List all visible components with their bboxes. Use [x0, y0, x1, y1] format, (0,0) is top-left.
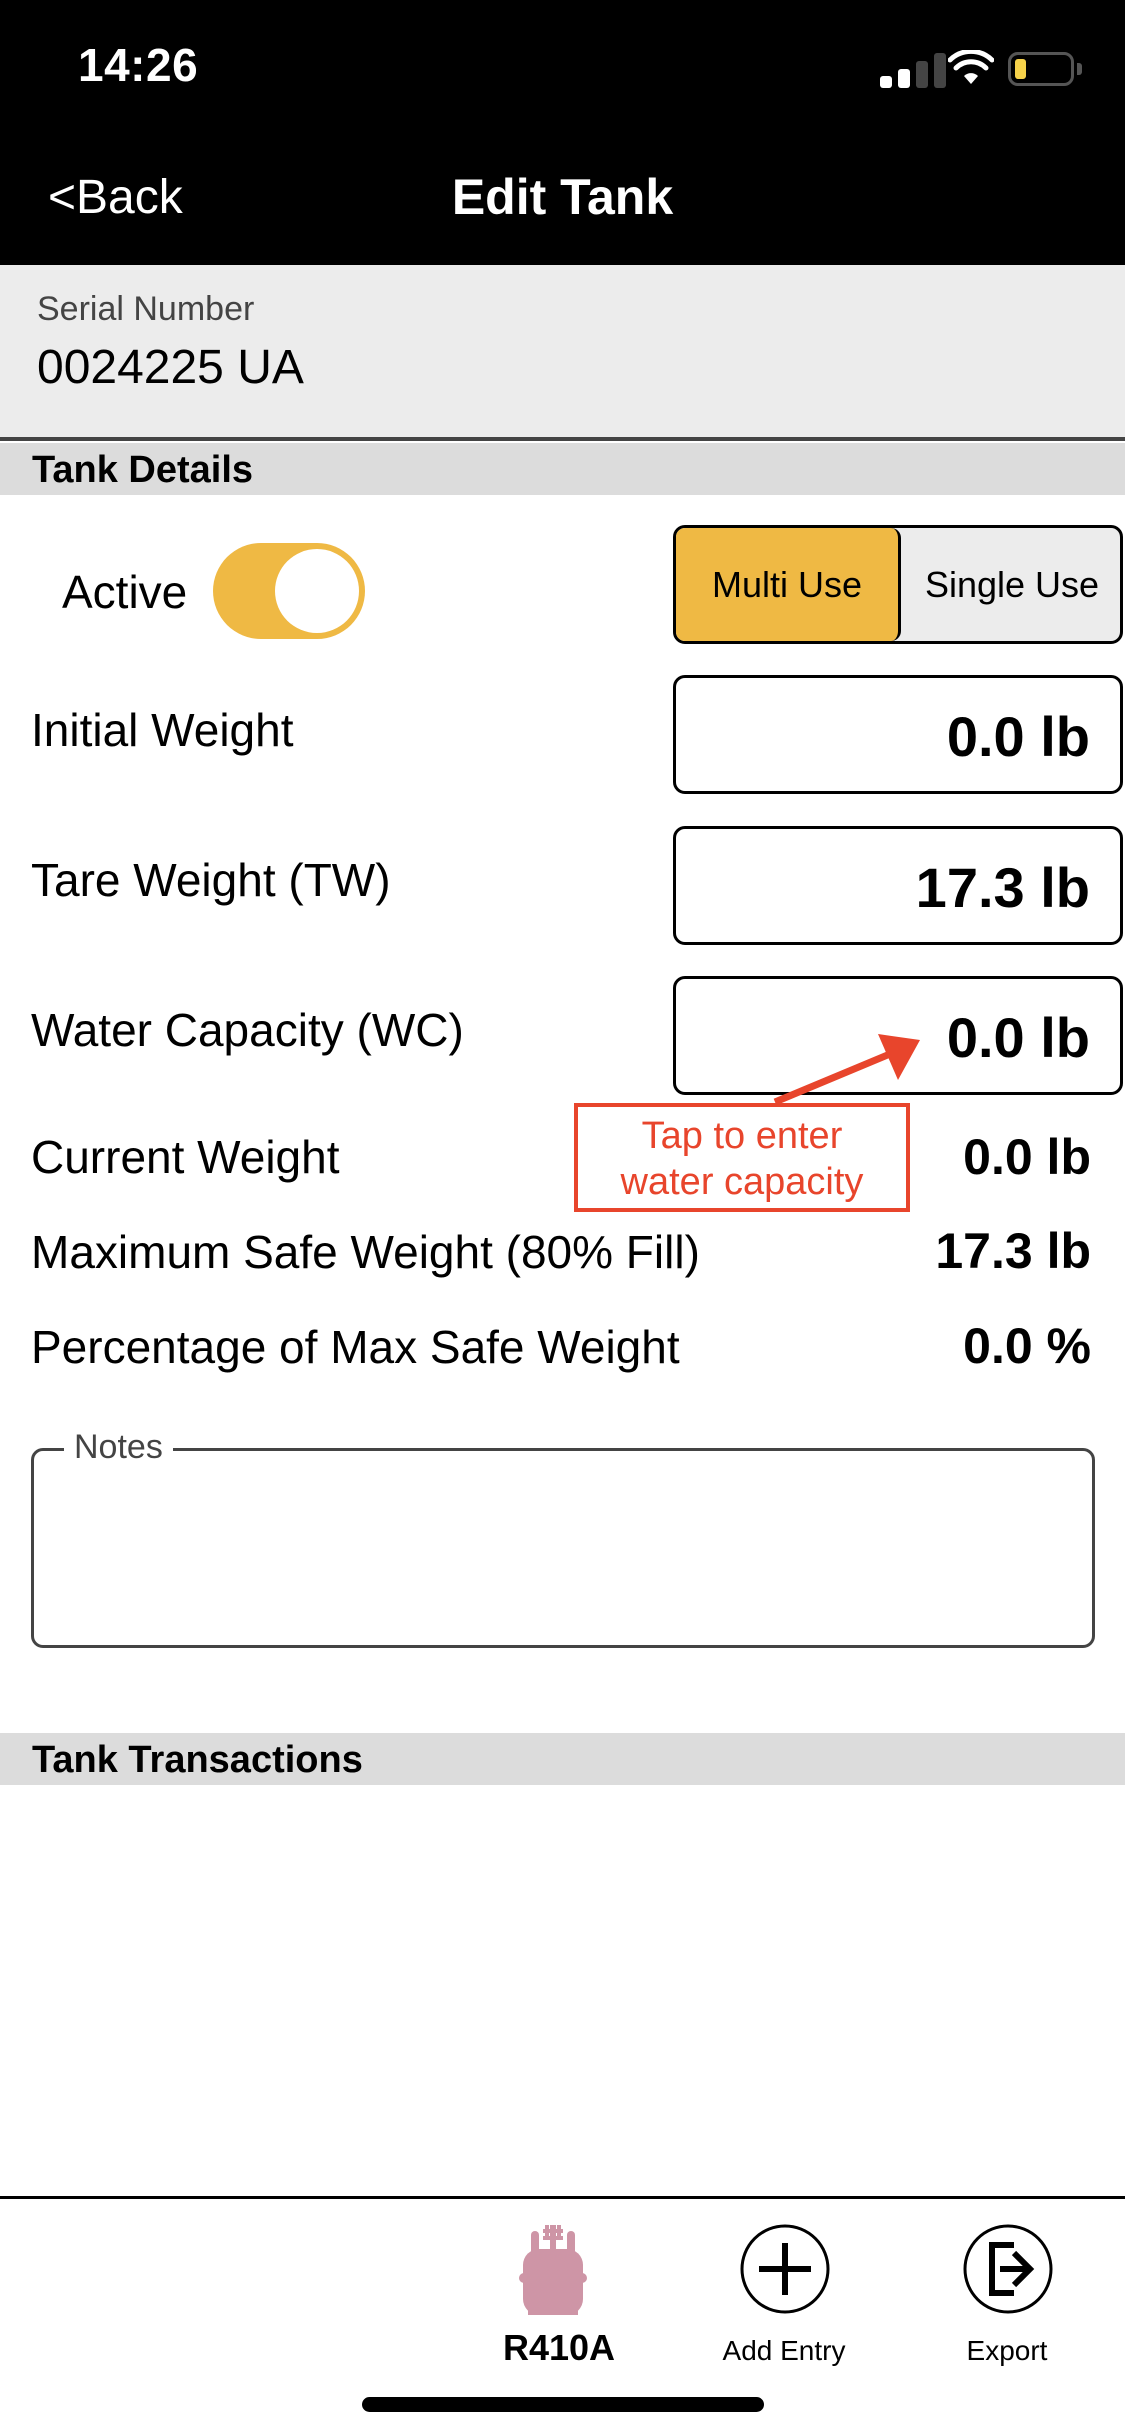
tare-weight-label: Tare Weight (TW) — [31, 854, 391, 906]
wifi-icon — [948, 50, 994, 84]
tab-bar-divider — [0, 2196, 1125, 2199]
active-label: Active — [62, 566, 188, 618]
battery-icon — [1008, 52, 1074, 86]
home-indicator[interactable] — [362, 2397, 764, 2412]
segment-multi-use[interactable]: Multi Use — [676, 528, 901, 641]
callout-arrow-icon — [773, 1034, 920, 1106]
current-weight-label: Current Weight — [31, 1131, 340, 1183]
page-title: Edit Tank — [451, 169, 674, 225]
notes-textarea[interactable] — [31, 1448, 1095, 1648]
active-toggle[interactable] — [213, 543, 365, 639]
tank-details-header: Tank Details — [0, 443, 1125, 495]
water-capacity-label: Water Capacity (WC) — [31, 1004, 464, 1056]
current-weight-value: 0.0 lb — [963, 1129, 1091, 1185]
callout-line-1: Tap to enter — [641, 1115, 843, 1157]
battery-cap — [1077, 63, 1082, 75]
export-label: Export — [966, 2335, 1048, 2366]
initial-weight-input[interactable]: 0.0 lb — [673, 675, 1123, 794]
notes-label: Notes — [64, 1428, 173, 1467]
add-entry-label: Add Entry — [722, 2335, 846, 2366]
max-safe-weight-label: Maximum Safe Weight (80% Fill) — [31, 1226, 700, 1278]
use-type-segmented-control: Multi Use Single Use — [673, 525, 1123, 644]
add-circle-icon — [740, 2224, 830, 2314]
tare-weight-value: 17.3 lb — [915, 856, 1090, 919]
callout-line-2: water capacity — [620, 1161, 864, 1203]
export-icon — [963, 2224, 1053, 2314]
status-time: 14:26 — [78, 39, 199, 91]
tank-transactions-header: Tank Transactions — [0, 1733, 1125, 1785]
initial-weight-value: 0.0 lb — [946, 705, 1090, 768]
segment-single-use[interactable]: Single Use — [901, 528, 1120, 641]
divider — [0, 437, 1125, 441]
tank-details-title: Tank Details — [32, 449, 254, 491]
tab-r410a[interactable]: R410A — [484, 2215, 634, 2368]
toggle-knob — [275, 549, 359, 633]
water-capacity-value: 0.0 lb — [946, 1006, 1090, 1069]
tab-r410a-label: R410A — [502, 2327, 616, 2368]
initial-weight-label: Initial Weight — [31, 704, 294, 756]
add-entry-button[interactable]: Add Entry — [709, 2215, 859, 2366]
percentage-max-safe-label: Percentage of Max Safe Weight — [31, 1321, 680, 1373]
max-safe-weight-value: 17.3 lb — [935, 1223, 1091, 1279]
refrigerant-tank-icon — [519, 2225, 587, 2315]
serial-number-value[interactable]: 0024225 UA — [37, 340, 304, 395]
tare-weight-input[interactable]: 17.3 lb — [673, 826, 1123, 945]
serial-number-label: Serial Number — [37, 290, 255, 328]
export-button[interactable]: Export — [932, 2215, 1082, 2366]
percentage-max-safe-value: 0.0 % — [963, 1318, 1091, 1374]
water-capacity-callout: Tap to enter water capacity — [574, 1103, 910, 1212]
cellular-signal-icon — [880, 52, 956, 88]
tank-transactions-title: Tank Transactions — [32, 1739, 363, 1781]
